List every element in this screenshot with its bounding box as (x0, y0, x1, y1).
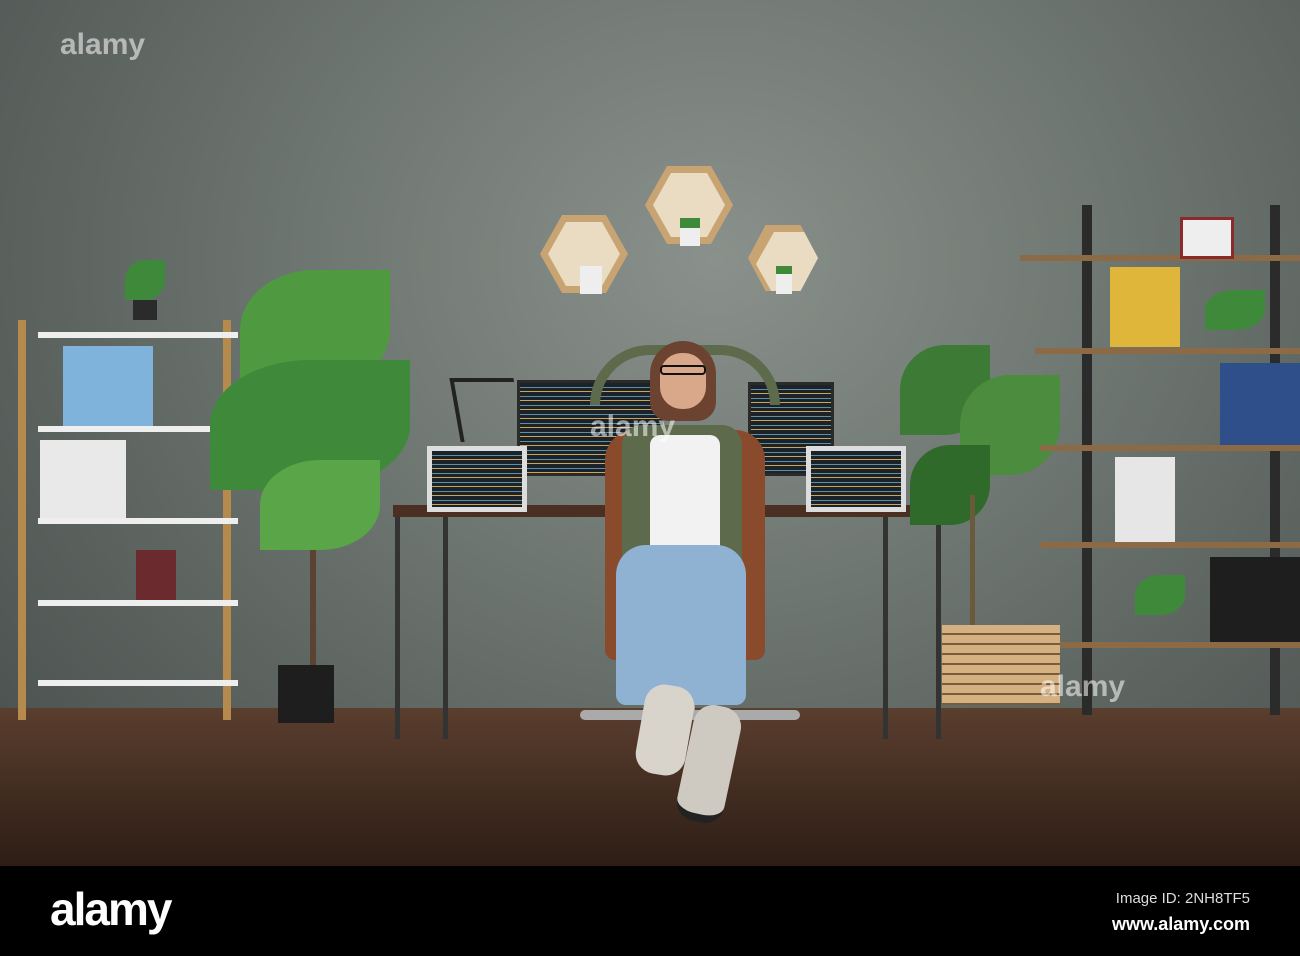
small-pot-plant (580, 266, 602, 294)
image-id: Image ID: 2NH8TF5 (1115, 890, 1250, 907)
site-url[interactable]: www.alamy.com (1112, 914, 1250, 935)
stock-photo: alamy alamy alamy (0, 0, 1300, 866)
desk-lamp (449, 378, 525, 442)
watermark-text: alamy (1040, 670, 1126, 703)
alamy-logo[interactable]: alamy (50, 882, 172, 936)
watermark-text: alamy (60, 28, 146, 61)
small-pot-plant (776, 266, 792, 294)
laptop-left (427, 446, 527, 512)
footer-bar (0, 866, 1300, 956)
watermark-text: alamy (590, 410, 676, 443)
plant-on-shelf (125, 260, 165, 320)
small-pot-plant (680, 218, 700, 246)
right-bookshelf (1020, 205, 1300, 720)
